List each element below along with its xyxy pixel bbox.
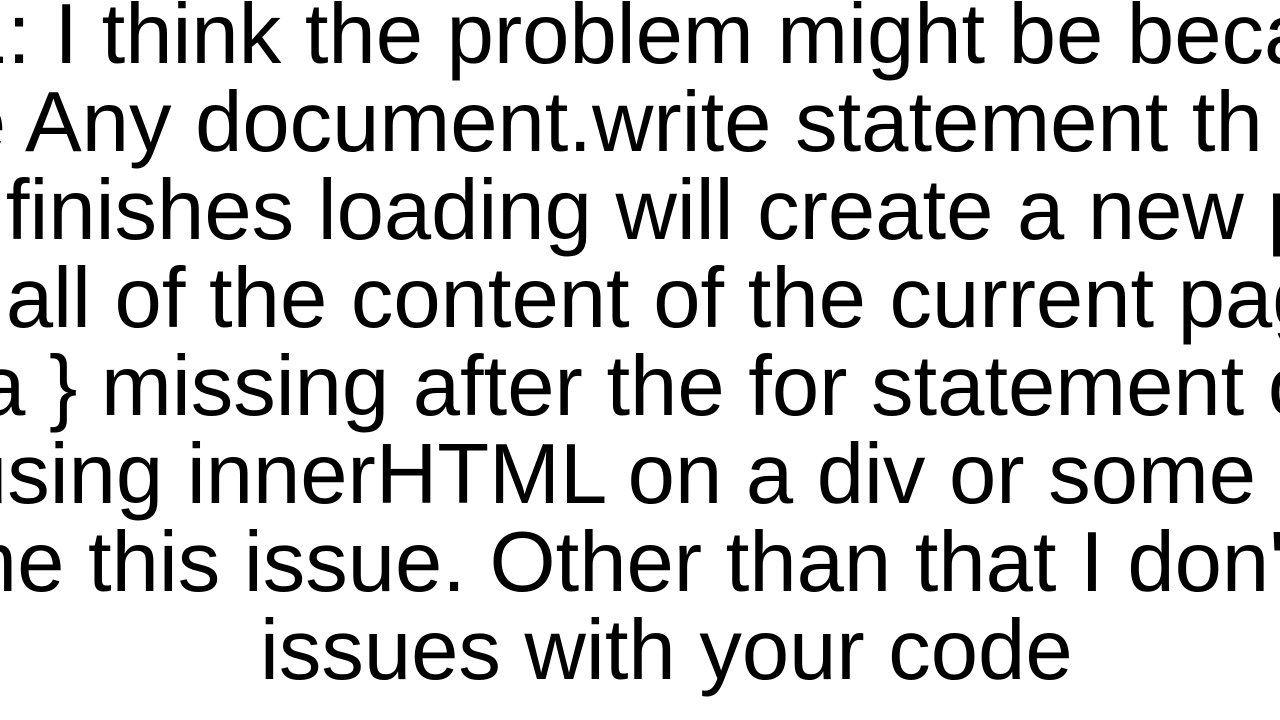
text-line-2: rite Any document.write statement th [0, 80, 1263, 165]
text-line-6: using innerHTML on a div or some h [0, 432, 1280, 517]
text-line-4: e all of the content of the current pag [0, 256, 1280, 341]
text-line-3: e finishes loading will create a new p [0, 168, 1280, 253]
text-line-1: r 1: I think the problem might be beca [0, 0, 1280, 77]
text-line-7: ome this issue. Other than that I don't [0, 520, 1280, 605]
document-viewport: r 1: I think the problem might be beca r… [0, 0, 1280, 720]
text-line-8: issues with your code [260, 608, 1073, 693]
text-line-5: s a } missing after the for statement o [0, 344, 1280, 429]
